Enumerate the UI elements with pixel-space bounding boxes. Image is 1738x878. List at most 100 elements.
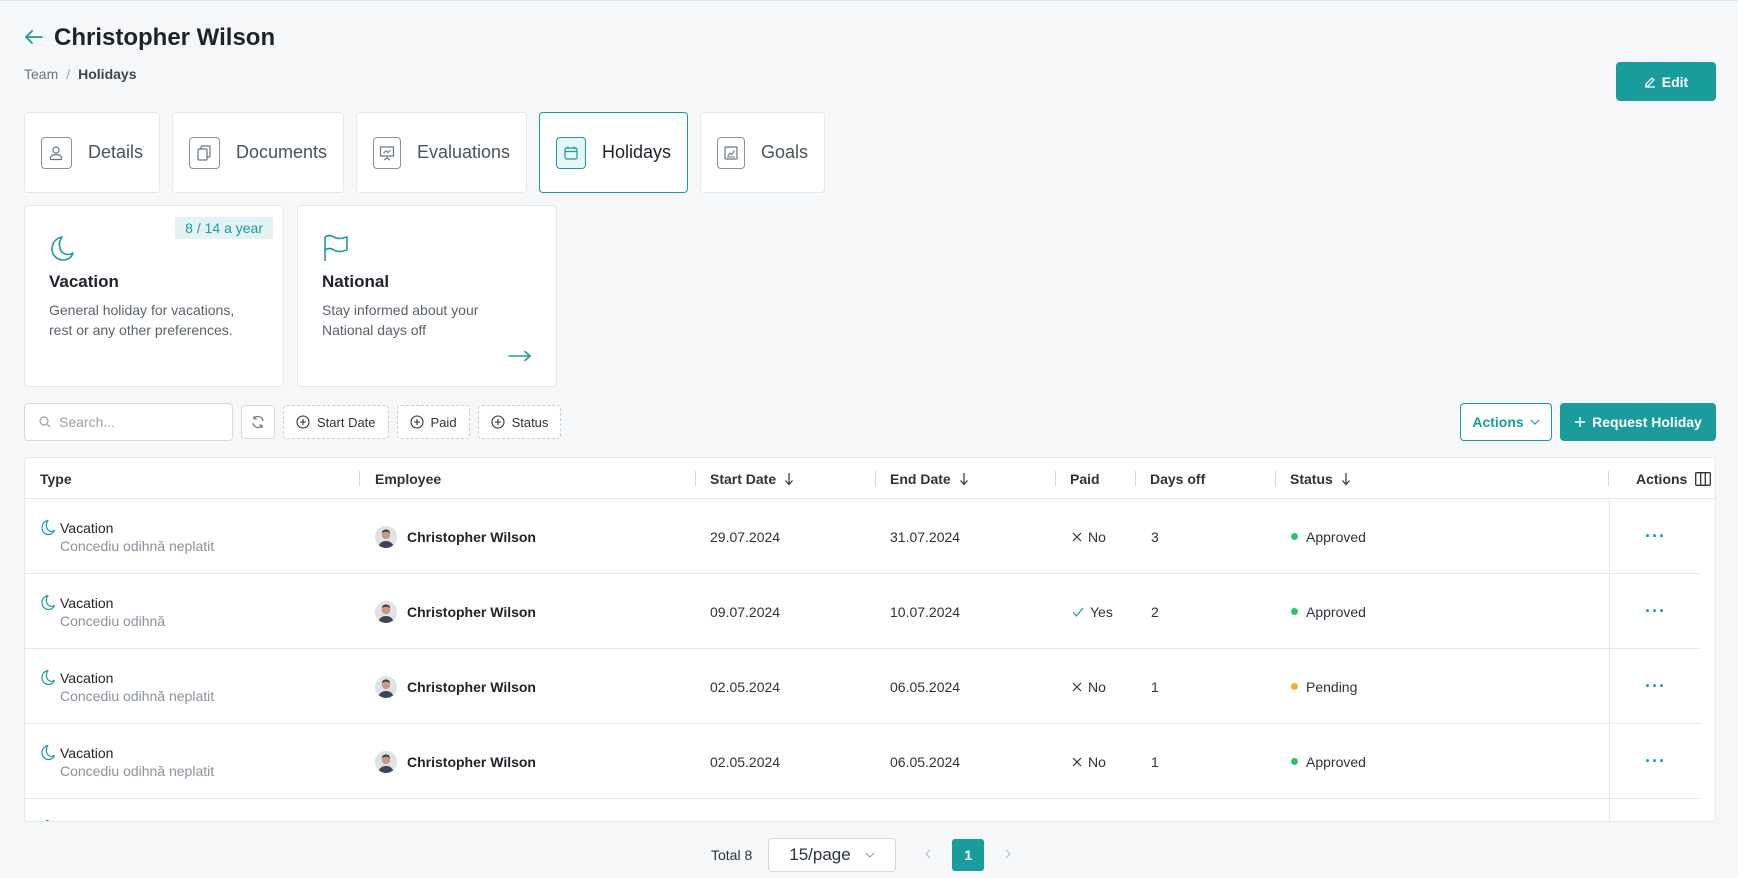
avatar bbox=[375, 600, 397, 623]
edit-button[interactable]: Edit bbox=[1616, 62, 1716, 101]
cell-end-date: 06.05.2024 bbox=[890, 678, 961, 695]
chevron-down-icon bbox=[865, 852, 875, 858]
cell-type: Vacation Concediu odihnă neplatit bbox=[40, 499, 214, 574]
cell-start-date: 29.07.2024 bbox=[710, 528, 781, 545]
paid-value: No bbox=[1088, 753, 1106, 770]
table-body: Vacation Concediu odihnă neplatit Christop… bbox=[25, 499, 1715, 821]
tab-documents[interactable]: Documents bbox=[172, 112, 344, 193]
status-value: Approved bbox=[1306, 753, 1366, 770]
tab-label: Documents bbox=[235, 142, 327, 162]
cell-paid: Yes bbox=[1072, 574, 1113, 649]
column-divider[interactable] bbox=[1135, 471, 1136, 486]
actions-dropdown-button[interactable]: Actions bbox=[1460, 403, 1552, 441]
cell-paid: No bbox=[1072, 499, 1106, 574]
cell-employee[interactable]: Christopher Wilson bbox=[375, 574, 536, 649]
column-divider[interactable] bbox=[695, 471, 696, 486]
search-box[interactable] bbox=[24, 403, 233, 441]
row-actions-button[interactable]: ··· bbox=[1645, 574, 1666, 649]
row-actions-button[interactable]: ··· bbox=[1645, 649, 1666, 724]
cell-days-off: 1 bbox=[1151, 753, 1159, 770]
sort-down-icon[interactable] bbox=[959, 472, 969, 486]
status-value: Approved bbox=[1306, 528, 1366, 545]
documents-icon bbox=[189, 136, 220, 169]
column-divider[interactable] bbox=[359, 471, 360, 486]
actions-label: Actions bbox=[1472, 414, 1524, 430]
cell-status: Pending bbox=[1291, 649, 1357, 724]
column-divider[interactable] bbox=[1608, 471, 1609, 486]
cell-end-date: 31.07.2024 bbox=[890, 528, 961, 545]
search-input[interactable] bbox=[59, 414, 209, 430]
table-row[interactable]: Vacation Concediu odihnă neplatit Christop… bbox=[25, 724, 1700, 799]
paid-value: No bbox=[1088, 678, 1106, 695]
table-row[interactable]: Vacation Concediu odihnă neplatit Christop… bbox=[25, 649, 1700, 724]
tab-goals[interactable]: Goals bbox=[700, 112, 825, 193]
cell-end-date: 06.05.2024 bbox=[890, 753, 961, 770]
card-national[interactable]: National Stay informed about your Nation… bbox=[297, 205, 557, 387]
sort-down-icon[interactable] bbox=[784, 472, 794, 486]
chip-label: Start Date bbox=[317, 414, 376, 430]
employee-name: Christopher Wilson bbox=[407, 528, 536, 545]
filter-bar: Start Date Paid Status bbox=[24, 403, 562, 441]
plus-icon bbox=[1575, 417, 1586, 427]
chevron-right-icon[interactable] bbox=[1000, 846, 1016, 864]
filter-status[interactable]: Status bbox=[477, 405, 562, 439]
cell-employee[interactable]: Christopher Wilson bbox=[375, 499, 536, 574]
row-actions-button[interactable]: ··· bbox=[1645, 499, 1666, 574]
sort-down-icon[interactable] bbox=[1341, 472, 1351, 486]
arrow-left-icon[interactable] bbox=[24, 26, 44, 50]
request-holiday-button[interactable]: Request Holiday bbox=[1560, 403, 1716, 441]
column-days-off[interactable]: Days off bbox=[1150, 458, 1205, 499]
column-divider[interactable] bbox=[1055, 471, 1056, 486]
tab-holidays[interactable]: Holidays bbox=[539, 112, 688, 193]
tab-label: Holidays bbox=[601, 142, 671, 162]
more-horizontal-icon: ··· bbox=[1645, 601, 1666, 621]
breadcrumb-team[interactable]: Team bbox=[24, 66, 58, 82]
refresh-button[interactable] bbox=[241, 405, 275, 439]
edit-label: Edit bbox=[1661, 73, 1689, 90]
row-actions-button[interactable]: ··· bbox=[1645, 724, 1666, 799]
filter-paid[interactable]: Paid bbox=[396, 405, 470, 439]
chart-icon bbox=[717, 136, 745, 169]
card-vacation[interactable]: 8 / 14 a year Vacation General holiday f… bbox=[24, 205, 284, 387]
holiday-subtype: Concediu odihnă neplatit bbox=[60, 762, 215, 779]
filter-start-date[interactable]: Start Date bbox=[283, 405, 389, 439]
column-divider[interactable] bbox=[875, 471, 876, 486]
flag-icon bbox=[322, 234, 532, 264]
columns-icon[interactable] bbox=[1695, 471, 1712, 486]
avatar bbox=[375, 750, 397, 773]
cell-employee[interactable]: Christopher Wilson bbox=[375, 649, 536, 724]
page-header: Christopher Wilson bbox=[24, 24, 275, 52]
holiday-subtype: Concediu odihnă neplatit bbox=[60, 537, 215, 554]
cell-type: Vacation Concediu odihnă bbox=[40, 574, 165, 649]
cell-status: Approved bbox=[1291, 499, 1366, 574]
moon-icon bbox=[40, 819, 56, 821]
chevron-left-icon[interactable] bbox=[920, 846, 936, 864]
employee-name: Christopher Wilson bbox=[407, 603, 536, 620]
tab-details[interactable]: Details bbox=[24, 112, 160, 193]
page-title: Christopher Wilson bbox=[54, 24, 276, 51]
tab-evaluations[interactable]: Evaluations bbox=[356, 112, 527, 193]
arrow-right-icon[interactable] bbox=[508, 342, 532, 368]
search-icon bbox=[39, 416, 51, 428]
column-start-date[interactable]: Start Date bbox=[710, 458, 794, 499]
cell-paid: No bbox=[1072, 724, 1106, 799]
card-description: Stay informed about your National days o… bbox=[322, 302, 479, 338]
status-dot bbox=[1291, 683, 1298, 690]
table-row[interactable]: Vacation Concediu odihnă Christopher Wilso… bbox=[25, 574, 1700, 649]
page-size-select[interactable]: 15/page bbox=[768, 838, 897, 872]
page-1-button[interactable]: 1 bbox=[952, 839, 985, 871]
table-row[interactable]: Vacation Concediu odihnă neplatit Christop… bbox=[25, 499, 1700, 574]
tab-label: Evaluations bbox=[416, 142, 510, 162]
column-status[interactable]: Status bbox=[1290, 458, 1351, 499]
column-type[interactable]: Type bbox=[40, 458, 72, 499]
cell-end-date: 10.07.2024 bbox=[890, 603, 961, 620]
column-paid[interactable]: Paid bbox=[1070, 458, 1100, 499]
cell-paid: No bbox=[1072, 649, 1106, 724]
column-end-date[interactable]: End Date bbox=[890, 458, 969, 499]
column-employee[interactable]: Employee bbox=[375, 458, 441, 499]
column-divider[interactable] bbox=[1275, 471, 1276, 486]
total-count: Total 8 bbox=[711, 847, 753, 863]
x-icon bbox=[1072, 682, 1082, 692]
cell-days-off: 3 bbox=[1151, 528, 1159, 545]
cell-employee[interactable]: Christopher Wilson bbox=[375, 724, 536, 799]
